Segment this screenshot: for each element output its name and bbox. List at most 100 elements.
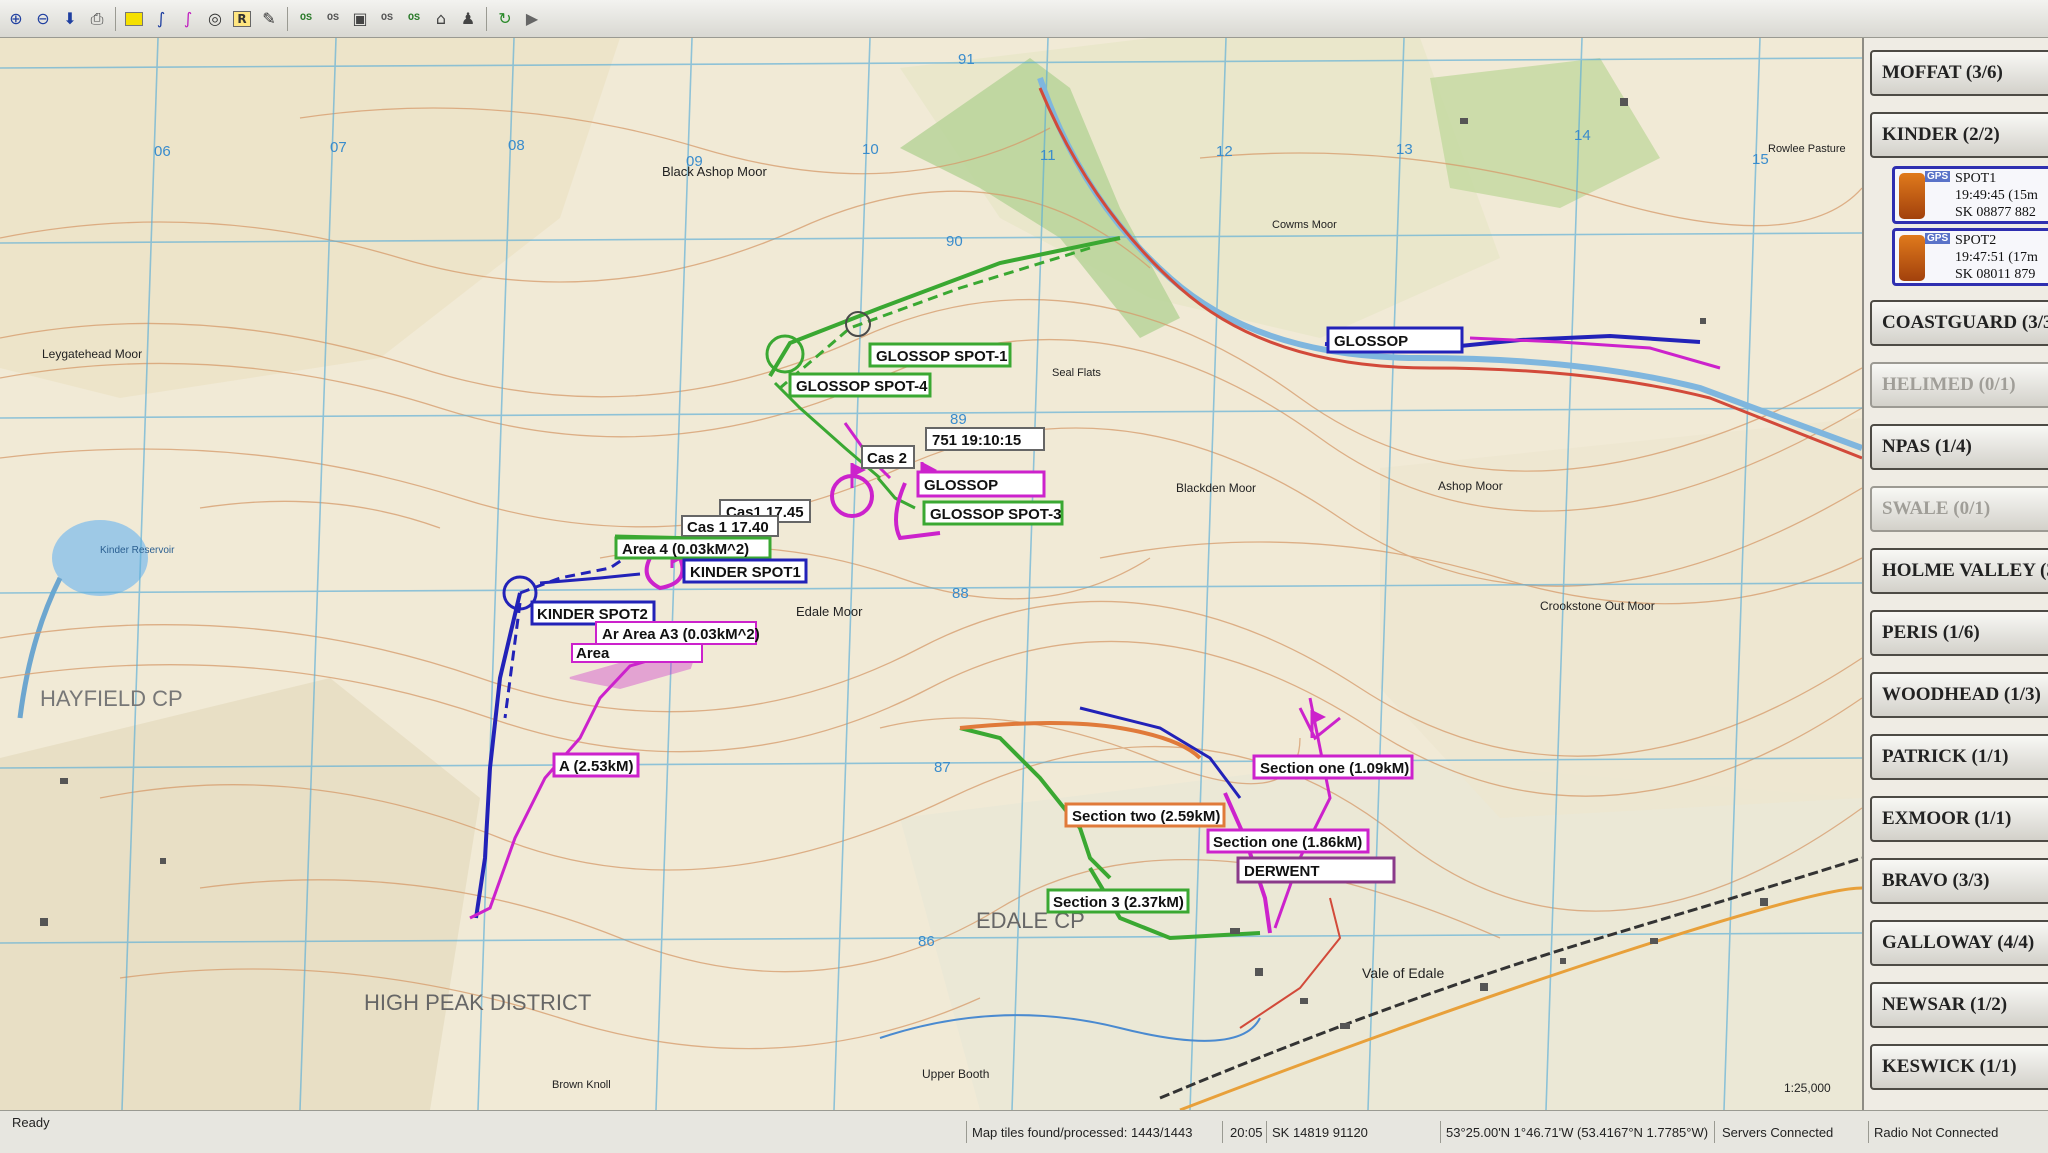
spot-details: SPOT1 19:49:45 (15m SK 08877 882 (1955, 170, 2038, 221)
status-coordinates: 53°25.00'N 1°46.71'W (53.4167°N 1.7785°W… (1446, 1125, 1709, 1140)
spot-name: SPOT2 (1955, 233, 1997, 248)
label-glossop-mid[interactable]: GLOSSOP (924, 477, 998, 494)
spot-details: SPOT2 19:47:51 (17m SK 08011 879 (1955, 232, 2038, 283)
place-leygatehead: Leygatehead Moor (42, 347, 142, 361)
toolbar-separator (287, 6, 288, 31)
spot-card-spot1[interactable]: GPS SPOT1 19:49:45 (15m SK 08877 882 (1892, 166, 2048, 224)
r-marker-icon[interactable]: R (230, 7, 254, 31)
team-holme-valley[interactable]: HOLME VALLEY (3/ (1870, 548, 2048, 594)
team-woodhead[interactable]: WOODHEAD (1/3) (1870, 672, 2048, 718)
label-kinder-spot2[interactable]: KINDER SPOT2 (537, 606, 648, 623)
team-keswick[interactable]: KESWICK (1/1) (1870, 1044, 2048, 1090)
label-glossop-east[interactable]: GLOSSOP (1334, 333, 1408, 350)
draw-route-purple-icon[interactable]: ∫ (176, 7, 200, 31)
refresh-icon[interactable]: ↻ (493, 7, 517, 31)
map-canvas[interactable]: HAYFIELD CP HIGH PEAK DISTRICT EDALE CP … (0, 38, 1862, 1110)
team-kinder[interactable]: KINDER (2/2) (1870, 112, 2048, 158)
label-glossop-spot1[interactable]: GLOSSOP SPOT-1 (876, 348, 1007, 365)
place-black-ashop: Black Ashop Moor (662, 164, 767, 179)
play-icon[interactable]: ▶ (520, 7, 544, 31)
team-label: WOODHEAD (1/3) (1882, 684, 2041, 705)
draw-route-icon[interactable]: ∫ (149, 7, 173, 31)
place-hayfield: HAYFIELD CP (40, 686, 183, 711)
status-tiles: Map tiles found/processed: 1443/1443 (972, 1125, 1193, 1140)
label-section-one-mid[interactable]: Section one (1.86kM) (1213, 834, 1362, 851)
team-label: KESWICK (1/1) (1882, 1056, 2017, 1077)
label-glossop-spot3[interactable]: GLOSSOP SPOT-3 (930, 506, 1061, 523)
grid-number-x08: 08 (508, 137, 525, 154)
label-kinder-spot1[interactable]: KINDER SPOT1 (690, 564, 801, 581)
place-rowlee: Rowlee Pasture (1768, 143, 1846, 155)
map-toolbar: ⊕ ⊖ ⬇ ⎙ ∫ ∫ ◎ R ✎ OS OS ▣ OS OS ⌂ ♟ ↻ ▶ (0, 0, 2048, 38)
spot-name: SPOT1 (1955, 171, 1997, 186)
team-exmoor[interactable]: EXMOOR (1/1) (1870, 796, 2048, 842)
home-icon[interactable]: ⌂ (429, 7, 453, 31)
label-751[interactable]: 751 19:10:15 (932, 432, 1021, 449)
team-peris[interactable]: PERIS (1/6) (1870, 610, 2048, 656)
gps-badge: GPS (1925, 233, 1951, 244)
team-label: KINDER (2/2) (1882, 124, 2000, 145)
os-grid-icon[interactable]: OS (321, 7, 345, 31)
place-ashop-moor: Ashop Moor (1438, 479, 1503, 493)
grid-number-x15: 15 (1752, 151, 1769, 168)
grid-number-y91: 91 (958, 51, 975, 68)
place-brown-knoll: Brown Knoll (552, 1079, 611, 1091)
download-arrow-icon[interactable]: ⬇ (58, 7, 82, 31)
label-section-one-top[interactable]: Section one (1.09kM) (1260, 760, 1409, 777)
team-label: HELIMED (0/1) (1882, 374, 2016, 395)
tracker-avatar (1899, 235, 1925, 281)
pencil-icon[interactable]: ✎ (257, 7, 281, 31)
toolbar-separator (115, 6, 116, 31)
team-label: PERIS (1/6) (1882, 622, 1980, 643)
highlight-box-icon[interactable] (122, 7, 146, 31)
camera-icon[interactable]: ▣ (348, 7, 372, 31)
team-label: COASTGUARD (3/3) (1882, 312, 2048, 333)
place-seal-flats: Seal Flats (1052, 367, 1101, 379)
spot-card-spot2[interactable]: GPS SPOT2 19:47:51 (17m SK 08011 879 (1892, 228, 2048, 286)
grid-number-y89: 89 (950, 411, 967, 428)
place-cowms-moor: Cowms Moor (1272, 219, 1337, 231)
grid-number-x13: 13 (1396, 141, 1413, 158)
status-divider (1868, 1121, 1869, 1143)
label-cas2[interactable]: Cas 2 (867, 450, 907, 467)
team-newsar[interactable]: NEWSAR (1/2) (1870, 982, 2048, 1028)
os-data-icon[interactable]: OS (402, 7, 426, 31)
status-radio: Radio Not Connected (1874, 1125, 1999, 1140)
grid-number-x10: 10 (862, 141, 879, 158)
team-npas[interactable]: NPAS (1/4) (1870, 424, 2048, 470)
status-divider (1222, 1121, 1223, 1143)
label-section-3[interactable]: Section 3 (2.37kM) (1053, 894, 1184, 911)
os-layer-icon[interactable]: OS (294, 7, 318, 31)
team-helimed[interactable]: HELIMED (0/1) (1870, 362, 2048, 408)
label-derwent[interactable]: DERWENT (1244, 863, 1320, 880)
zoom-out-icon[interactable]: ⊖ (31, 7, 55, 31)
spot-grid: SK 08011 879 (1955, 267, 2036, 282)
status-divider (1266, 1121, 1267, 1143)
team-label: NEWSAR (1/2) (1882, 994, 2008, 1015)
label-route-a[interactable]: A (2.53kM) (559, 758, 633, 775)
target-icon[interactable]: ◎ (203, 7, 227, 31)
label-cas1-1740[interactable]: Cas 1 17.40 (687, 519, 769, 536)
os-tiles-icon[interactable]: OS (375, 7, 399, 31)
team-coastguard[interactable]: COASTGUARD (3/3) (1870, 300, 2048, 346)
status-ready: Ready (12, 1115, 50, 1130)
person-icon[interactable]: ♟ (456, 7, 480, 31)
team-swale[interactable]: SWALE (0/1) (1870, 486, 2048, 532)
label-area-a[interactable]: Area (576, 645, 610, 662)
team-label: PATRICK (1/1) (1882, 746, 2009, 767)
print-icon[interactable]: ⎙ (85, 7, 109, 31)
label-area-a3[interactable]: Ar Area A3 (0.03kM^2) (602, 626, 760, 643)
label-area4[interactable]: Area 4 (0.03kM^2) (622, 541, 749, 558)
map-scale: 1:25,000 (1784, 1081, 1831, 1095)
label-glossop-spot4[interactable]: GLOSSOP SPOT-4 (796, 378, 928, 395)
team-moffat[interactable]: MOFFAT (3/6) (1870, 50, 2048, 96)
team-label: SWALE (0/1) (1882, 498, 1991, 519)
status-servers: Servers Connected (1722, 1125, 1834, 1140)
map-view[interactable]: HAYFIELD CP HIGH PEAK DISTRICT EDALE CP … (0, 38, 1862, 1110)
team-bravo[interactable]: BRAVO (3/3) (1870, 858, 2048, 904)
team-galloway[interactable]: GALLOWAY (4/4) (1870, 920, 2048, 966)
label-section-two[interactable]: Section two (2.59kM) (1072, 808, 1220, 825)
team-patrick[interactable]: PATRICK (1/1) (1870, 734, 2048, 780)
zoom-in-icon[interactable]: ⊕ (4, 7, 28, 31)
grid-number-x14: 14 (1574, 127, 1591, 144)
